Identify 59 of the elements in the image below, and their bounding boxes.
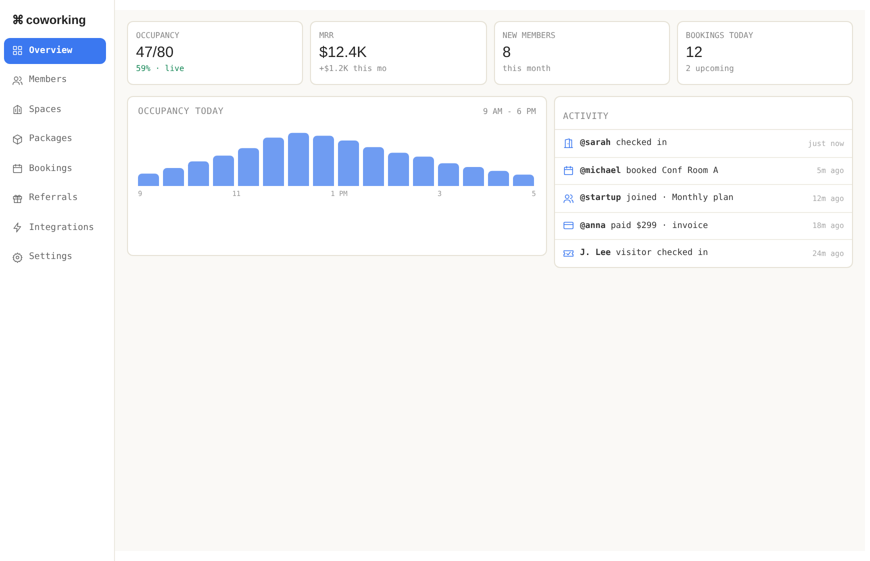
settings-icon bbox=[12, 252, 23, 263]
bar bbox=[313, 136, 334, 186]
activity-title: ACTIVITY bbox=[563, 112, 609, 122]
bar bbox=[488, 170, 509, 186]
activity-text: @anna paid $299 · invoice bbox=[580, 220, 709, 231]
building-icon bbox=[12, 104, 23, 116]
activity-text: J. Lee visitor checked in bbox=[580, 248, 709, 258]
bar bbox=[163, 168, 184, 186]
bar bbox=[513, 174, 534, 186]
bar bbox=[388, 152, 409, 186]
stat-note: this month bbox=[502, 64, 552, 73]
calendar-icon bbox=[12, 163, 23, 174]
nav-item[interactable]: Spaces bbox=[4, 97, 106, 122]
ticket-icon bbox=[563, 248, 574, 259]
users-icon bbox=[563, 192, 574, 204]
door-icon bbox=[563, 138, 574, 149]
stat-label: NEW MEMBERS bbox=[502, 31, 556, 40]
stat-label: OCCUPANCY bbox=[136, 31, 180, 40]
stat-value: 47/80 bbox=[136, 44, 175, 61]
time-range: 9 AM - 6 PM bbox=[483, 107, 536, 117]
stat-value: 8 bbox=[502, 44, 512, 61]
bar bbox=[363, 147, 384, 186]
chart-title: OCCUPANCY TODAY bbox=[138, 107, 224, 117]
nav-item[interactable]: Referrals bbox=[4, 186, 106, 211]
bar bbox=[138, 174, 159, 186]
bar bbox=[463, 167, 484, 186]
lightning-icon bbox=[12, 222, 23, 234]
activity-text: @sarah checked in bbox=[580, 138, 668, 148]
box-icon bbox=[12, 134, 23, 145]
bar bbox=[238, 148, 259, 186]
bar bbox=[413, 156, 434, 186]
bar bbox=[188, 161, 209, 186]
stat-value: $12.4K bbox=[319, 44, 368, 61]
nav-item[interactable]: Members bbox=[4, 68, 106, 93]
nav-item[interactable]: Integrations bbox=[4, 215, 106, 240]
activity-text: @michael booked Conf Room A bbox=[580, 166, 720, 176]
bar bbox=[338, 140, 359, 186]
bar bbox=[263, 138, 284, 186]
stat-note: +$1.2K this mo bbox=[319, 64, 388, 73]
grid-icon bbox=[12, 45, 23, 56]
bar bbox=[438, 163, 459, 186]
stat-label: BOOKINGS TODAY bbox=[686, 31, 754, 40]
activity-text: @startup joined · Monthly plan bbox=[580, 193, 735, 204]
users-icon bbox=[12, 74, 23, 86]
nav-item[interactable]: Settings bbox=[4, 244, 106, 270]
brand-name: coworking bbox=[26, 13, 86, 27]
logo-icon: ⌘ bbox=[12, 13, 24, 27]
calendar-icon bbox=[563, 165, 574, 176]
bar bbox=[213, 156, 234, 186]
bar bbox=[288, 132, 309, 186]
stat-note: 59% · live bbox=[136, 64, 186, 73]
stat-note: 2 upcoming bbox=[686, 64, 735, 73]
nav-item[interactable]: Packages bbox=[4, 126, 106, 152]
gift-icon bbox=[12, 192, 23, 204]
nav-item[interactable]: Overview bbox=[4, 38, 106, 64]
stat-label: MRR bbox=[319, 31, 335, 40]
nav-item[interactable]: Bookings bbox=[4, 156, 106, 182]
card-icon bbox=[563, 220, 574, 232]
stat-value: 12 bbox=[686, 44, 704, 61]
